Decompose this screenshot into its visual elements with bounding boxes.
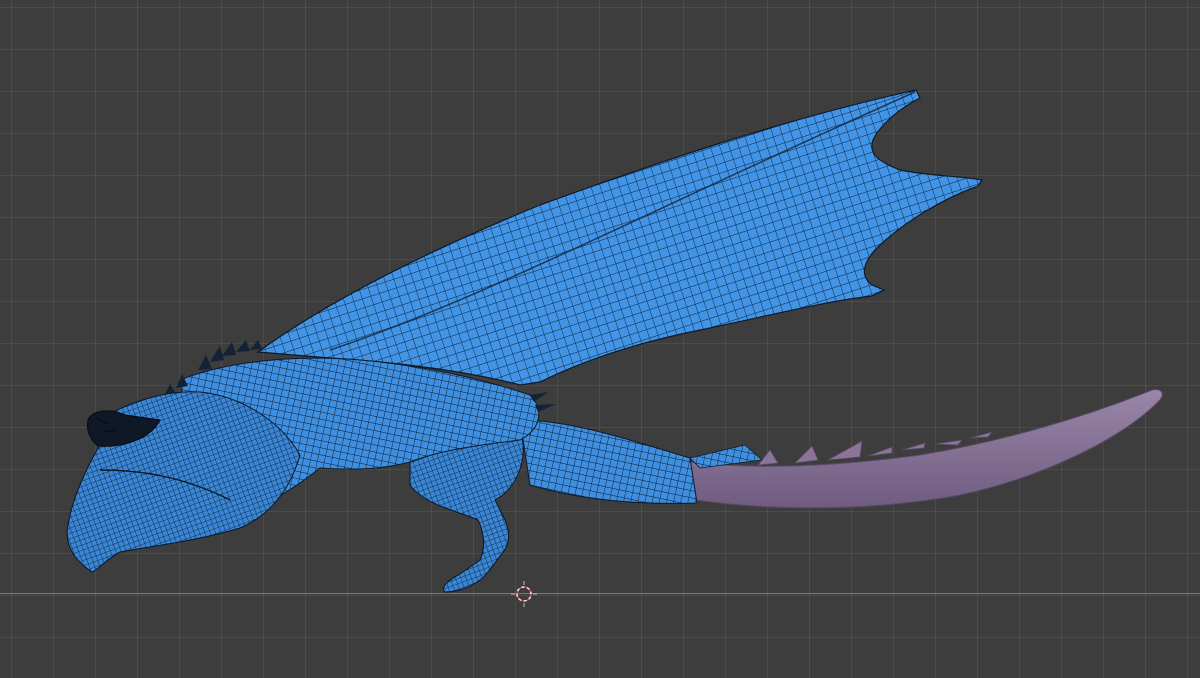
tail-base-spike [689, 444, 763, 469]
3d-viewport[interactable] [0, 0, 1200, 678]
tail-base[interactable] [519, 419, 698, 504]
tail[interactable] [689, 389, 1163, 509]
wing[interactable] [256, 89, 984, 386]
scene-canvas[interactable] [0, 0, 1200, 678]
3d-cursor-icon[interactable] [511, 581, 537, 607]
